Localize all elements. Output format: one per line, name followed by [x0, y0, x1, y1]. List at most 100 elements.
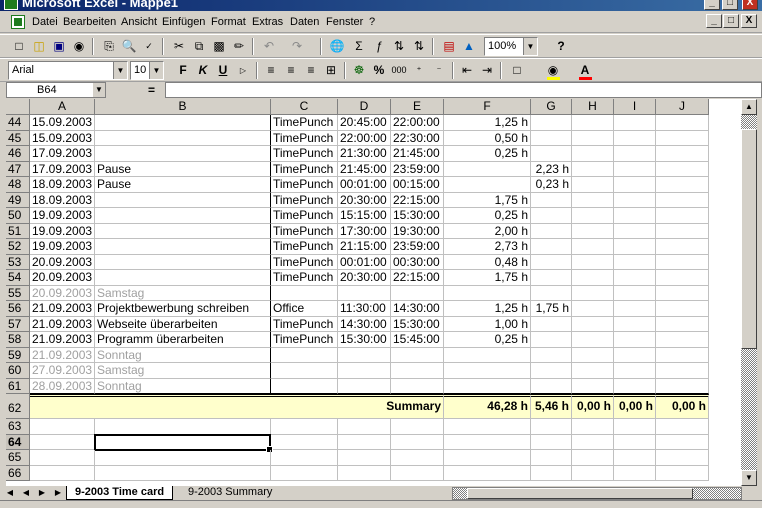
- table-cell-c[interactable]: TimePunch: [271, 192, 338, 208]
- table-cell-j[interactable]: [656, 223, 709, 239]
- row-header[interactable]: 56: [6, 301, 30, 317]
- table-cell-j[interactable]: [656, 347, 709, 363]
- sheet-tab-time-card[interactable]: 9-2003 Time card: [66, 486, 174, 500]
- table-cell-d[interactable]: [338, 465, 391, 481]
- table-cell-i[interactable]: [614, 208, 656, 224]
- table-cell-j[interactable]: [656, 301, 709, 317]
- table-cell-a[interactable]: 18.09.2003: [30, 177, 95, 193]
- table-cell-i[interactable]: [614, 270, 656, 286]
- table-cell-g[interactable]: 2,23 h: [531, 161, 572, 177]
- table-cell-g[interactable]: [531, 347, 572, 363]
- sort-ascending-icon[interactable]: ⇅: [390, 38, 408, 55]
- table-cell-b[interactable]: [95, 419, 271, 435]
- table-cell-g[interactable]: [531, 378, 572, 394]
- row-header[interactable]: 58: [6, 332, 30, 348]
- save-icon[interactable]: ▣: [50, 38, 68, 55]
- row-header[interactable]: 60: [6, 363, 30, 379]
- table-cell-e[interactable]: 15:30:00: [391, 316, 444, 332]
- column-header-d[interactable]: D: [338, 99, 391, 115]
- table-cell-g[interactable]: 1,75 h: [531, 301, 572, 317]
- hyperlink-icon[interactable]: 🌐: [328, 38, 346, 55]
- column-header-f[interactable]: F: [444, 99, 531, 115]
- table-cell-d[interactable]: 21:15:00: [338, 239, 391, 255]
- table-cell-c[interactable]: TimePunch: [271, 332, 338, 348]
- table-cell-d[interactable]: 20:30:00: [338, 192, 391, 208]
- align-right-icon[interactable]: ≡: [302, 62, 320, 79]
- table-cell-b[interactable]: [95, 192, 271, 208]
- table-cell-g[interactable]: [531, 270, 572, 286]
- permission-icon[interactable]: ◉: [70, 38, 88, 55]
- table-cell-i[interactable]: [614, 347, 656, 363]
- table-cell-i[interactable]: [614, 378, 656, 394]
- table-cell-f[interactable]: [444, 177, 531, 193]
- table-cell-b[interactable]: [95, 130, 271, 146]
- bold-button[interactable]: F: [174, 62, 192, 79]
- table-cell-h[interactable]: [572, 347, 614, 363]
- spell-abc-icon[interactable]: ▷: [234, 62, 252, 79]
- table-cell-j[interactable]: [656, 316, 709, 332]
- table-cell-h[interactable]: [572, 285, 614, 301]
- table-cell-g[interactable]: [531, 223, 572, 239]
- table-cell-i[interactable]: [614, 363, 656, 379]
- table-cell-a[interactable]: 17.09.2003: [30, 161, 95, 177]
- table-cell-e[interactable]: [391, 419, 444, 435]
- table-cell-d[interactable]: 00:01:00: [338, 177, 391, 193]
- table-cell-c[interactable]: TimePunch: [271, 177, 338, 193]
- table-cell-c[interactable]: TimePunch: [271, 254, 338, 270]
- chevron-down-icon[interactable]: ▼: [523, 38, 537, 55]
- table-cell-b[interactable]: [95, 146, 271, 162]
- workbook-icon[interactable]: [11, 15, 25, 29]
- table-cell-c[interactable]: TimePunch: [271, 223, 338, 239]
- table-cell-e[interactable]: 15:30:00: [391, 208, 444, 224]
- table-cell-a[interactable]: 27.09.2003: [30, 363, 95, 379]
- table-cell-b[interactable]: [95, 270, 271, 286]
- table-cell-d[interactable]: [338, 363, 391, 379]
- font-size-select[interactable]: 10 ▼: [130, 61, 164, 80]
- row-header[interactable]: 53: [6, 254, 30, 270]
- table-cell-c[interactable]: [271, 450, 338, 466]
- drawing-icon[interactable]: ▲: [460, 38, 478, 55]
- horizontal-scrollbar[interactable]: [452, 487, 742, 500]
- table-cell-h[interactable]: [572, 239, 614, 255]
- table-cell-c[interactable]: [271, 347, 338, 363]
- menu-fenster[interactable]: Fenster: [326, 16, 363, 28]
- table-cell-a[interactable]: 15.09.2003: [30, 115, 95, 131]
- table-cell-f[interactable]: 0,25 h: [444, 146, 531, 162]
- table-cell-b[interactable]: Sonntag: [95, 378, 271, 394]
- table-cell-h[interactable]: [572, 332, 614, 348]
- table-cell-j[interactable]: [656, 332, 709, 348]
- row-header[interactable]: 55: [6, 285, 30, 301]
- table-cell-h[interactable]: [572, 363, 614, 379]
- table-cell-h[interactable]: [572, 130, 614, 146]
- table-cell-a[interactable]: 18.09.2003: [30, 192, 95, 208]
- scroll-up-icon[interactable]: ▲: [741, 99, 757, 115]
- table-cell-d[interactable]: 21:45:00: [338, 161, 391, 177]
- table-cell-f[interactable]: [444, 450, 531, 466]
- table-cell-i[interactable]: [614, 332, 656, 348]
- table-cell-d[interactable]: [338, 285, 391, 301]
- last-sheet-icon[interactable]: ▶: [52, 487, 64, 499]
- table-cell-c[interactable]: TimePunch: [271, 161, 338, 177]
- column-header-h[interactable]: H: [572, 99, 614, 115]
- table-cell-e[interactable]: [391, 285, 444, 301]
- table-cell-d[interactable]: 20:30:00: [338, 270, 391, 286]
- row-header[interactable]: 50: [6, 208, 30, 224]
- prev-sheet-icon[interactable]: ◀: [20, 487, 32, 499]
- table-cell-c[interactable]: [271, 285, 338, 301]
- select-all-corner[interactable]: [6, 99, 30, 115]
- table-cell-i[interactable]: [614, 434, 656, 450]
- table-cell-a[interactable]: 21.09.2003: [30, 332, 95, 348]
- sort-descending-icon[interactable]: ⇅: [410, 38, 428, 55]
- percent-button[interactable]: %: [370, 62, 388, 79]
- table-cell-c[interactable]: TimePunch: [271, 239, 338, 255]
- table-cell-d[interactable]: 11:30:00: [338, 301, 391, 317]
- menu-help[interactable]: ?: [369, 16, 375, 28]
- table-cell-j[interactable]: [656, 161, 709, 177]
- table-cell-g[interactable]: [531, 146, 572, 162]
- table-cell-e[interactable]: 22:15:00: [391, 270, 444, 286]
- table-cell-b[interactable]: Programm überarbeiten: [95, 332, 271, 348]
- column-header-a[interactable]: A: [30, 99, 95, 115]
- vertical-scrollbar[interactable]: ▲ ▼: [741, 99, 757, 486]
- table-cell-j[interactable]: [656, 450, 709, 466]
- table-cell-h[interactable]: [572, 161, 614, 177]
